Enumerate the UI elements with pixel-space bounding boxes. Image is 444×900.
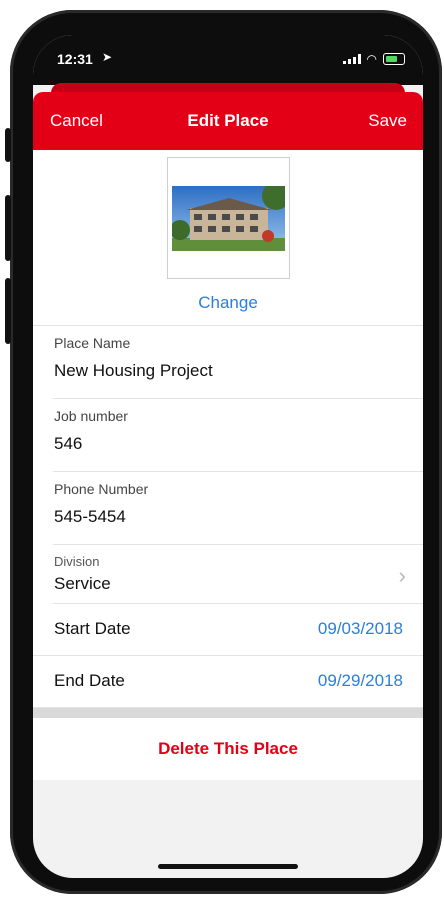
location-arrow-icon: ➤ [102,50,113,64]
field-label: Place Name [54,335,131,351]
notch [124,35,333,65]
phone-number-input[interactable]: 545-5454 [54,507,126,527]
screen: 12:31 ➤ ◠ Cancel Edit Place Save Change … [33,35,423,878]
page-title: Edit Place [187,111,269,130]
end-date-value[interactable]: 09/29/2018 [318,671,403,691]
division-label: Division [54,554,100,569]
status-time: 12:31 [57,51,93,67]
save-button[interactable]: Save [368,111,407,131]
job-number-input[interactable]: 546 [54,434,82,454]
chevron-right-icon: › [398,563,406,588]
home-indicator[interactable] [158,864,298,869]
change-photo-link[interactable]: Change [33,293,423,313]
end-date-row[interactable]: End Date 09/29/2018 [33,656,423,708]
building-photo-image [172,186,285,251]
start-date-row[interactable]: Start Date 09/03/2018 [33,604,423,656]
place-name-field[interactable]: Place Name New Housing Project [53,326,423,399]
phone-number-field[interactable]: Phone Number 545-5454 [53,472,423,545]
end-date-label: End Date [54,671,125,690]
signal-icon [342,54,361,64]
division-row[interactable]: Division Service › [53,545,423,604]
delete-place-button[interactable]: Delete This Place [33,718,423,780]
place-photo[interactable] [167,157,290,279]
section-divider [33,708,423,718]
volume-down-button [5,278,11,344]
place-name-input[interactable]: New Housing Project [54,361,213,381]
division-value: Service [54,574,111,593]
start-date-value[interactable]: 09/03/2018 [318,619,403,639]
start-date-label: Start Date [54,619,131,638]
edit-form: Change Place Name New Housing Project Jo… [33,150,423,780]
delete-label: Delete This Place [158,739,298,758]
nav-bar: Cancel Edit Place Save [33,92,423,150]
field-label: Job number [54,408,128,424]
volume-up-button [5,195,11,261]
field-label: Phone Number [54,481,149,497]
photo-section: Change [33,150,423,326]
wifi-icon: ◠ [366,52,377,66]
battery-icon [383,53,405,65]
mute-switch [5,128,11,162]
job-number-field[interactable]: Job number 546 [53,399,423,472]
